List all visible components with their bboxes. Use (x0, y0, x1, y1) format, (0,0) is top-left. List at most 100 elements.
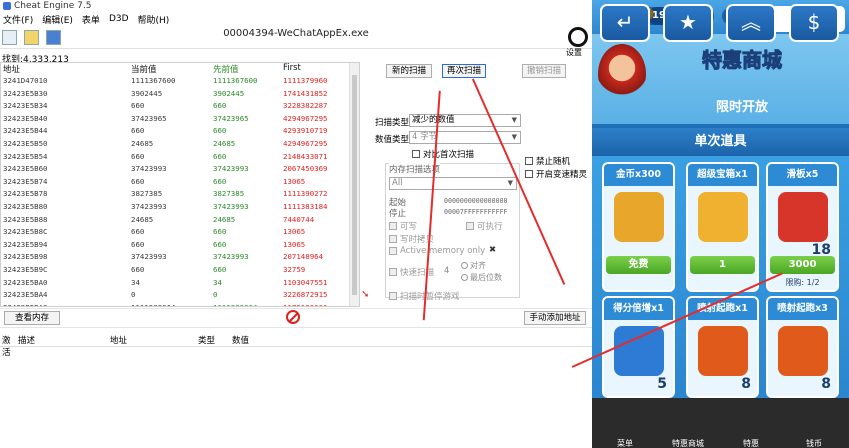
address-cell: 32423E5B34 (3, 101, 48, 111)
shop-card[interactable]: 超级宝箱x1 1 (686, 162, 759, 292)
menu-table[interactable]: 表单 (82, 13, 100, 26)
compare-first-checkbox[interactable]: 对比首次扫描 (412, 148, 474, 160)
buy-button[interactable]: 3000 (770, 256, 835, 274)
table-row[interactable]: 32423E5B80 37423993 37423993 1111383184 (1, 201, 359, 214)
table-row[interactable]: 32423E5B88 24685 24685 7440744 (1, 214, 359, 227)
address-cell: 32423E5B54 (3, 151, 48, 161)
first-cell: 1173129606 (283, 302, 353, 306)
first-cell: 7440744 (283, 214, 315, 224)
deals-nav-button[interactable]: ︽ (726, 4, 776, 42)
mem-region-select[interactable]: All ▼ (389, 177, 517, 190)
first-cell: 1111379960 (283, 76, 328, 85)
menu-file[interactable]: 文件(F) (3, 13, 33, 26)
table-row[interactable]: 3241D47010 1111367600 1111367600 1111379960 (1, 75, 359, 88)
enter-icon: ↵ (616, 10, 634, 34)
arrow-icon[interactable]: ➘ (361, 289, 375, 301)
shop-nav-button[interactable]: ★ (663, 4, 713, 42)
results-list[interactable]: 地址 当前值 先前值 First 3241D47010 1111367600 111… (0, 62, 360, 307)
previous-cell: 660 (213, 176, 227, 186)
align-radio[interactable]: 对齐 (461, 260, 486, 271)
buy-button[interactable]: 1 (690, 256, 755, 274)
new-scan-button[interactable]: 新的扫描 (386, 64, 432, 78)
current-cell: 660 (131, 151, 145, 161)
first-cell: 3226872915 (283, 290, 328, 300)
col-address[interactable]: 地址 (1, 63, 131, 75)
next-scan-button[interactable]: 再次扫描 (442, 64, 486, 78)
shop-card[interactable]: 滑板x5 18 3000 限购: 1/2 (766, 162, 839, 292)
previous-cell: 37423993 (213, 164, 249, 174)
table-row[interactable]: 32423E5B54 660 660 2148433071 (1, 151, 359, 164)
table-row[interactable]: 32423E5B60 37423993 37423993 2067450369 (1, 163, 359, 176)
col-value[interactable]: 数值 (232, 334, 272, 346)
menu-help[interactable]: 帮助(H) (138, 13, 170, 26)
table-row[interactable]: 32423E5BA8111138306411113830641173129606 (1, 302, 359, 306)
address-cell: 32423E5B80 (3, 201, 48, 211)
table-row[interactable]: 32423E5B9C 660 660 32759 (1, 264, 359, 277)
table-row[interactable]: 32423E5B34 660 660 3228382287 (1, 100, 359, 113)
table-row[interactable]: 32423E5B8C 660 660 13065 (1, 226, 359, 239)
purchase-limit: 限购: 1/2 (785, 278, 820, 287)
radio-circle (461, 274, 468, 281)
scan-type-select[interactable]: 减少的数值 ▼ (409, 114, 521, 127)
buy-button[interactable]: 免费 (606, 256, 671, 274)
add-address-button[interactable]: 手动添加地址 (524, 311, 586, 325)
col-description[interactable]: 描述 (18, 334, 110, 346)
table-row[interactable]: 32423E5B40 37423965 37423965 4294967295 (1, 113, 359, 126)
section-title: 单次道具 (592, 128, 849, 156)
close-icon[interactable]: ✖ (489, 245, 496, 255)
checkbox-box (389, 292, 397, 300)
menu-edit[interactable]: 编辑(E) (42, 13, 73, 26)
nav-label-coins: 钱币 (806, 439, 822, 448)
active-memory-checkbox[interactable]: Active memory only (389, 246, 485, 256)
speedhack-label: 开启变速精灵 (536, 170, 588, 180)
card-title: 得分倍增x1 (604, 298, 673, 320)
address-table[interactable] (0, 346, 592, 446)
table-row[interactable]: 32423E5B50 24685 24685 4294967295 (1, 138, 359, 151)
speedhack-checkbox[interactable]: 开启变速精灵 (525, 168, 587, 180)
copy-on-write-checkbox[interactable]: 写时拷贝 (389, 233, 434, 245)
card-title: 金币x300 (604, 164, 673, 186)
last-digits-radio[interactable]: 最后位数 (461, 272, 502, 283)
undo-scan-button[interactable]: 撤销扫描 (522, 64, 566, 78)
table-row[interactable]: 32423E5B30 3902445 3902445 1741431852 (1, 88, 359, 101)
process-name: 00004394-WeChatAppEx.exe (223, 28, 369, 39)
clear-list-icon[interactable] (286, 310, 300, 324)
menu-d3d[interactable]: D3D (109, 14, 129, 24)
start-address-field[interactable]: 0000000000000000 (444, 197, 508, 205)
shop-card[interactable]: 喷射起跑x3 8 (766, 296, 839, 398)
results-scrollbar[interactable] (349, 63, 359, 306)
col-active[interactable]: 激活 (0, 334, 18, 358)
fast-scan-label: 快速扫描 (400, 268, 435, 278)
col-type[interactable]: 类型 (198, 334, 232, 346)
current-cell: 37423993 (131, 252, 167, 262)
writable-checkbox[interactable]: 可写 (389, 220, 417, 232)
menu-nav-button[interactable]: ↵ (600, 4, 650, 42)
value-type-select[interactable]: 4 字节 ▼ (409, 131, 521, 144)
shop-title: 特惠商城 (702, 48, 783, 73)
shop-card[interactable]: 金币x300 免费 (602, 162, 675, 292)
table-row[interactable]: 32423E5B74 660 660 13065 (1, 176, 359, 189)
table-row[interactable]: 32423E5B44 660 660 4293910719 (1, 125, 359, 138)
first-cell: 207148964 (283, 252, 324, 262)
writable-label: 可写 (400, 222, 418, 232)
previous-cell: 1111383064 (213, 302, 283, 306)
fast-scan-value[interactable]: 4 (444, 266, 449, 276)
col-previous[interactable]: 先前值 (213, 63, 283, 75)
table-row[interactable]: 32423E5BA0 34 34 1103047551 (1, 277, 359, 290)
scroll-thumb[interactable] (352, 75, 357, 295)
app-icon (3, 2, 11, 10)
address-table-header: 激活 描述 地址 类型 数值 (0, 334, 592, 358)
settings-logo[interactable]: 设置 (566, 27, 590, 57)
col-current[interactable]: 当前值 (131, 63, 213, 75)
table-row[interactable]: 32423E5BA4 0 0 3226872915 (1, 289, 359, 302)
view-memory-button[interactable]: 查看内存 (4, 311, 60, 325)
table-row[interactable]: 32423E5B78 3827385 3827385 1111390272 (1, 188, 359, 201)
col-first[interactable]: First (283, 63, 353, 75)
disable-random-checkbox[interactable]: 禁止随机 (525, 155, 570, 167)
table-row[interactable]: 32423E5B98 37423993 37423993 207148964 (1, 251, 359, 264)
col-addr[interactable]: 地址 (110, 334, 198, 346)
table-row[interactable]: 32423E5B94 660 660 13065 (1, 239, 359, 252)
coins-nav-button[interactable]: $ (789, 4, 839, 42)
executable-checkbox[interactable]: 可执行 (466, 220, 503, 232)
stop-address-field[interactable]: 00007FFFFFFFFFFF (444, 208, 508, 216)
